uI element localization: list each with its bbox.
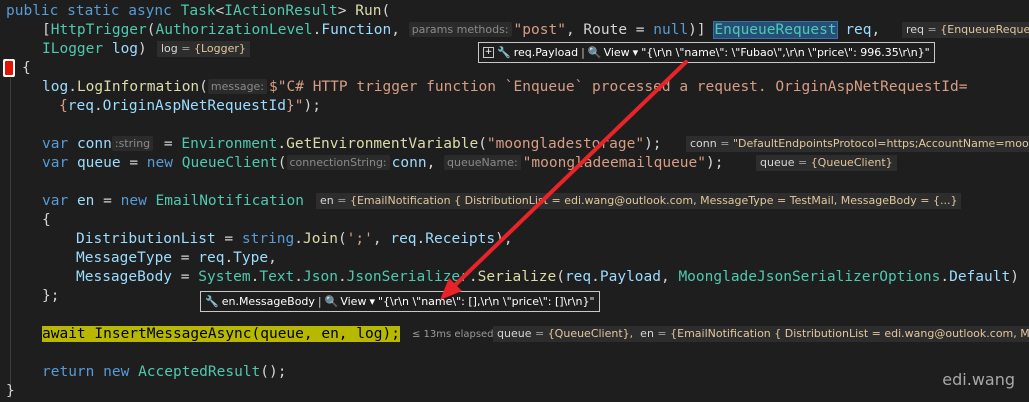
watermark: edi.wang (942, 370, 1015, 389)
arrow-shaft (450, 60, 688, 290)
annotation-arrow (440, 60, 688, 300)
